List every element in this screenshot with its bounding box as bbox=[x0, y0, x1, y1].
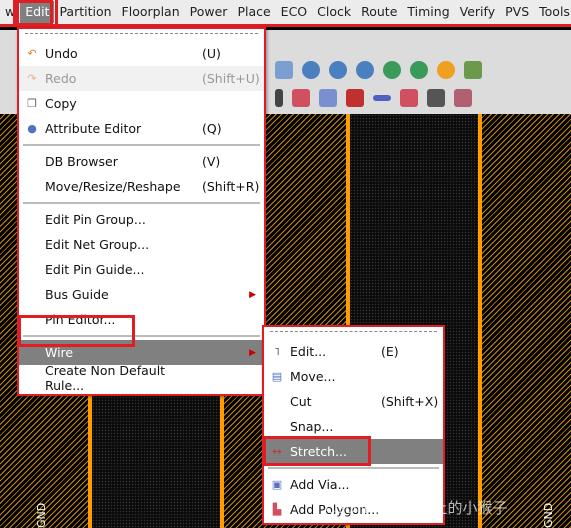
menu-item-label: Snap... bbox=[290, 419, 334, 434]
copy-icon: ❐ bbox=[27, 97, 37, 110]
menu-item-label: Create Non Default Rule... bbox=[45, 362, 166, 393]
move-icon[interactable] bbox=[319, 89, 337, 107]
menu-pvs[interactable]: PVS bbox=[500, 1, 534, 23]
shortcut-label: (U) bbox=[202, 46, 221, 61]
submenu-arrow-icon: ▶ bbox=[249, 347, 256, 358]
menu-item-label: Edit Pin Guide... bbox=[45, 262, 145, 277]
menu-timing[interactable]: Timing bbox=[402, 1, 454, 23]
menu-item-label: Pin Editor... bbox=[45, 312, 116, 327]
shortcut-label: (Shift+X) bbox=[381, 394, 439, 409]
move-icon: ▤ bbox=[271, 370, 283, 383]
shortcut-label: (E) bbox=[381, 344, 399, 359]
menu-item-label: DB Browser bbox=[45, 154, 118, 169]
redo-icon: ↷ bbox=[27, 72, 37, 85]
menu-clock[interactable]: Clock bbox=[312, 1, 356, 23]
pan-icon[interactable] bbox=[410, 61, 428, 79]
zoom-out-icon[interactable] bbox=[329, 61, 347, 79]
menu-item-label: Attribute Editor bbox=[45, 121, 142, 136]
route-icon[interactable] bbox=[427, 89, 445, 107]
menu-item-label: Undo bbox=[45, 46, 78, 61]
zoom-previous-icon[interactable] bbox=[383, 61, 401, 79]
menu-item-edit-pin-group[interactable]: Edit Pin Group... bbox=[19, 207, 264, 232]
menu-power[interactable]: Power bbox=[185, 1, 233, 23]
menu-route[interactable]: Route bbox=[356, 1, 402, 23]
menu-item-label: Redo bbox=[45, 71, 77, 86]
menu-item-edit-net-group[interactable]: Edit Net Group... bbox=[19, 232, 264, 257]
shortcut-label: (V) bbox=[202, 154, 221, 169]
add-via-icon: ▣ bbox=[271, 478, 283, 491]
menu-item-undo[interactable]: ↶ Undo (U) bbox=[19, 41, 264, 66]
menu-item-edit[interactable]: ˥ Edit... (E) bbox=[264, 339, 443, 364]
wire-submenu: ˥ Edit... (E) ▤ Move... Cut (Shift+X) Snap... ↔ S… bbox=[262, 325, 445, 525]
menu-item-create-non-default-rule[interactable]: Create Non Default Rule... bbox=[19, 362, 264, 393]
menu-item-label: Copy bbox=[45, 96, 77, 111]
tear-off-line[interactable] bbox=[270, 331, 437, 339]
net-label: GND bbox=[35, 502, 48, 528]
shortcut-label: (Q) bbox=[202, 121, 222, 136]
menu-item-move[interactable]: ▤ Move... bbox=[264, 364, 443, 389]
menu-item-pin-editor[interactable]: Pin Editor... bbox=[19, 307, 264, 332]
menu-separator bbox=[23, 335, 260, 337]
menu-item-label: Move... bbox=[290, 369, 336, 384]
menu-item-label: Edit Pin Group... bbox=[45, 212, 146, 227]
menu-item-attribute-editor[interactable]: ● Attribute Editor (Q) bbox=[19, 116, 264, 141]
menu-w[interactable]: w bbox=[0, 1, 20, 23]
menu-item-label: Bus Guide bbox=[45, 287, 109, 302]
add-polygon-icon[interactable] bbox=[400, 89, 418, 107]
stretch-icon: ↔ bbox=[272, 445, 282, 458]
stretch-icon[interactable] bbox=[373, 95, 391, 101]
menu-place[interactable]: Place bbox=[232, 1, 275, 23]
shortcut-label: (Shift+R) bbox=[202, 179, 260, 194]
menu-item-add-via[interactable]: ▣ Add Via... bbox=[264, 472, 443, 497]
menu-item-bus-guide[interactable]: Bus Guide ▶ bbox=[19, 282, 264, 307]
menu-item-label: Move/Resize/Reshape bbox=[45, 179, 181, 194]
menu-item-label: Stretch... bbox=[290, 444, 348, 459]
watermark: CSDN @时钟树上的小猴子 bbox=[325, 499, 508, 517]
menu-floorplan[interactable]: Floorplan bbox=[117, 1, 185, 23]
menu-item-stretch[interactable]: ↔ Stretch... bbox=[264, 439, 443, 464]
menu-item-snap[interactable]: Snap... bbox=[264, 414, 443, 439]
menu-item-wire[interactable]: Wire ▶ bbox=[19, 340, 264, 365]
layout-icon[interactable] bbox=[464, 61, 482, 79]
power-stripe bbox=[478, 114, 482, 528]
zoom-selected-icon[interactable] bbox=[356, 61, 374, 79]
menu-verify[interactable]: Verify bbox=[455, 1, 500, 23]
menu-item-redo[interactable]: ↷ Redo (Shift+U) bbox=[19, 66, 264, 91]
menu-eco[interactable]: ECO bbox=[276, 1, 312, 23]
menu-item-label: Edit Net Group... bbox=[45, 237, 150, 252]
redraw-icon[interactable] bbox=[437, 61, 455, 79]
edit-wire-icon: ˥ bbox=[274, 345, 280, 358]
select-icon[interactable] bbox=[292, 89, 310, 107]
menu-item-label: Edit... bbox=[290, 344, 327, 359]
menu-item-copy[interactable]: ❐ Copy bbox=[19, 91, 264, 116]
fit-icon[interactable] bbox=[275, 61, 293, 79]
net-label: GND bbox=[542, 502, 555, 528]
menu-item-label: Wire bbox=[45, 345, 74, 360]
menu-item-move-resize-reshape[interactable]: Move/Resize/Reshape (Shift+R) bbox=[19, 174, 264, 199]
add-polygon-icon: ▙ bbox=[272, 503, 282, 516]
menu-item-db-browser[interactable]: DB Browser (V) bbox=[19, 149, 264, 174]
attribute-icon: ● bbox=[27, 122, 37, 135]
menu-item-label: Add Via... bbox=[290, 477, 350, 492]
menu-tools[interactable]: Tools bbox=[534, 1, 571, 23]
menu-separator bbox=[23, 144, 260, 146]
zoom-in-icon[interactable] bbox=[302, 61, 320, 79]
undo-icon: ↶ bbox=[27, 47, 37, 60]
menu-partition[interactable]: Partition bbox=[54, 1, 116, 23]
menu-edit[interactable]: Edit bbox=[16, 0, 59, 27]
menu-item-cut[interactable]: Cut (Shift+X) bbox=[264, 389, 443, 414]
shortcut-label: (Shift+U) bbox=[202, 71, 260, 86]
via-icon[interactable] bbox=[454, 89, 472, 107]
menu-item-label: Cut bbox=[290, 394, 312, 409]
cut-icon[interactable] bbox=[346, 89, 364, 107]
wire-edit-icon[interactable] bbox=[275, 89, 283, 107]
menu-separator bbox=[23, 202, 260, 204]
menu-bar: w Edit Partition Floorplan Power Place ECO Cloc… bbox=[0, 0, 571, 27]
menu-item-edit-pin-guide[interactable]: Edit Pin Guide... bbox=[19, 257, 264, 282]
menu-separator bbox=[268, 467, 439, 469]
tear-off-line[interactable] bbox=[25, 33, 258, 41]
edit-menu: ↶ Undo (U) ↷ Redo (Shift+U) ❐ Copy ● Attribute Ed… bbox=[17, 27, 266, 396]
submenu-arrow-icon: ▶ bbox=[249, 289, 256, 300]
